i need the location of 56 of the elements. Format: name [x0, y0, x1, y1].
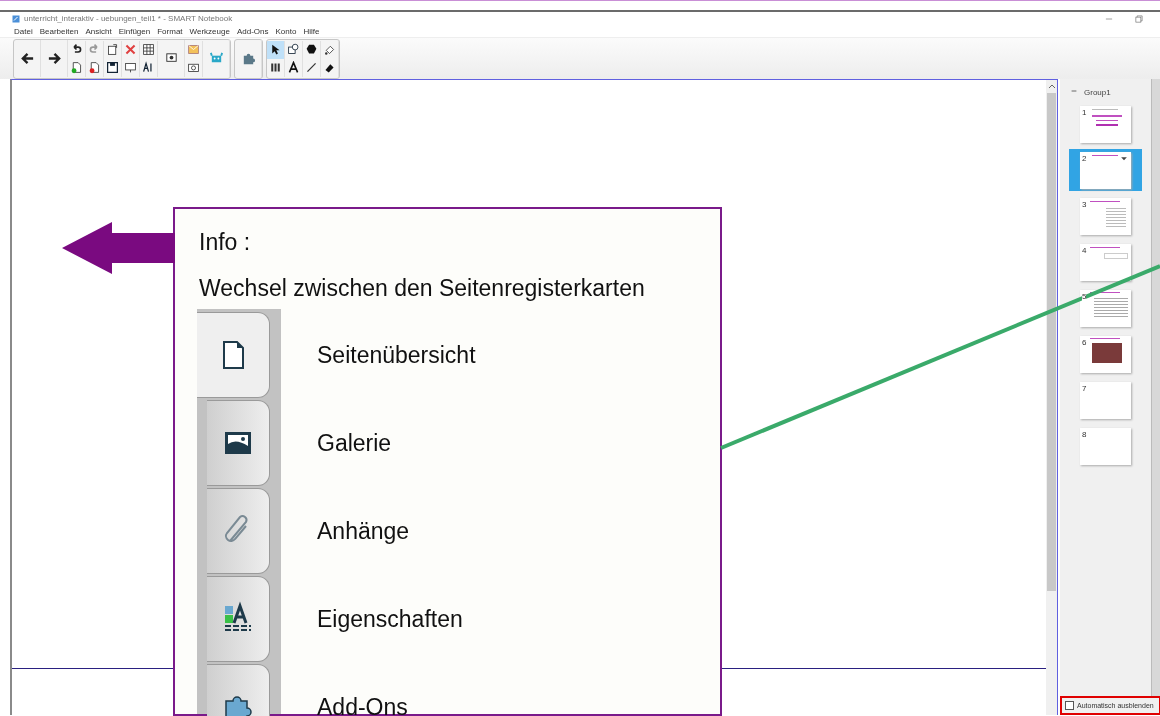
tab-label: Add-Ons — [317, 696, 408, 716]
save-icon[interactable] — [106, 61, 119, 74]
tab-label: Galerie — [317, 432, 392, 455]
page-number: 1 — [1082, 107, 1087, 117]
forward-arrow-icon[interactable] — [46, 51, 62, 66]
tab-label: Seitenübersicht — [317, 344, 476, 367]
text-check-icon[interactable] — [142, 61, 155, 74]
page-number: 5 — [1082, 291, 1087, 301]
sidebar-tab[interactable] — [207, 576, 270, 662]
callout-title: Info : — [199, 229, 251, 256]
clipboard-icon[interactable] — [106, 43, 119, 56]
add-page-icon[interactable] — [70, 61, 83, 74]
tab-label: Eigenschaften — [317, 608, 463, 631]
page-thumbnail-row[interactable]: 2 — [1069, 149, 1142, 191]
scroll-up-icon[interactable] — [1047, 82, 1056, 90]
delete-icon[interactable] — [124, 43, 137, 56]
group-name: Group1 — [1084, 87, 1111, 97]
shape-icon[interactable] — [287, 43, 300, 56]
menu-item[interactable]: Werkzeuge — [189, 26, 230, 36]
menu-item[interactable]: Hilfe — [303, 26, 320, 36]
menu-item[interactable]: Add-Ons — [236, 26, 269, 36]
menu-item[interactable]: Konto — [275, 26, 297, 36]
table-icon[interactable] — [142, 43, 155, 56]
camera-icon[interactable] — [187, 61, 200, 74]
envelope-icon[interactable] — [187, 43, 200, 56]
dropdown-icon[interactable] — [1120, 154, 1128, 162]
photo-placeholder — [1092, 342, 1122, 363]
menu-item[interactable]: Ansicht — [85, 26, 112, 36]
menu-item[interactable]: Format — [157, 26, 183, 36]
menu-item[interactable]: Datei — [14, 26, 33, 36]
app-icon — [12, 14, 20, 23]
sidebar-tab[interactable] — [197, 312, 270, 398]
fill-bucket-icon[interactable] — [323, 43, 336, 56]
back-arrow-icon[interactable] — [19, 51, 35, 66]
window-title: unterricht_interaktiv - uebungen_teil1 * - SMART Notebook — [24, 14, 233, 23]
eraser-icon[interactable] — [323, 61, 336, 74]
checkbox[interactable] — [1065, 701, 1074, 710]
page-number: 8 — [1082, 429, 1087, 439]
menu-item[interactable]: Bearbeiten — [39, 26, 79, 36]
screen-icon[interactable] — [124, 61, 137, 74]
pens-icon[interactable] — [269, 61, 282, 74]
polygon-icon[interactable] — [305, 43, 318, 56]
page-number: 6 — [1082, 337, 1087, 347]
sidebar-tab[interactable] — [207, 400, 270, 486]
callout-subtitle: Wechsel zwischen den Seitenregisterkarten — [199, 275, 645, 302]
pointer-icon[interactable] — [269, 43, 282, 56]
tab-label: Anhänge — [317, 520, 410, 543]
menu-item[interactable]: Einfügen — [118, 26, 151, 36]
page-number: 4 — [1082, 245, 1087, 255]
line-icon[interactable] — [305, 61, 318, 74]
scrollbar[interactable] — [1046, 79, 1058, 715]
page-number: 2 — [1082, 153, 1087, 163]
text-icon[interactable] — [287, 61, 300, 74]
delete-page-icon[interactable] — [88, 61, 101, 74]
page-number: 3 — [1082, 199, 1087, 209]
page-number: 7 — [1082, 383, 1087, 393]
